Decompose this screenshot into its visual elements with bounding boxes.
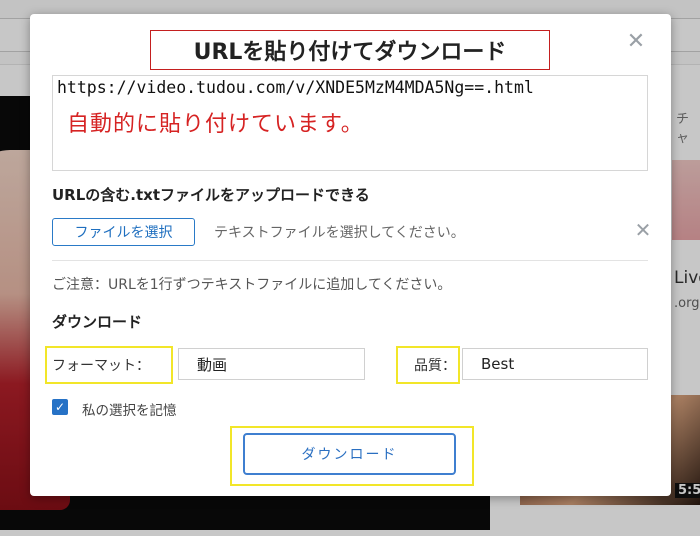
download-heading: ダウンロード xyxy=(52,313,143,331)
upload-notice: ご注意：URLを1行ずつテキストファイルに追加してください。 xyxy=(52,277,452,293)
choose-file-button[interactable]: ファイルを選択 xyxy=(52,218,195,246)
close-icon[interactable]: ✕ xyxy=(626,31,646,53)
divider xyxy=(52,260,648,261)
format-label: フォーマット： xyxy=(52,358,150,374)
paste-url-dialog: URLを貼り付けてダウンロード ✕ https://video.tudou.co… xyxy=(30,14,671,496)
remember-checkbox[interactable]: ✓ xyxy=(52,399,68,415)
clear-file-icon[interactable]: ✕ xyxy=(634,220,652,240)
quality-label: 品質： xyxy=(414,358,456,374)
download-button[interactable]: ダウンロード xyxy=(243,433,456,475)
upload-heading: URLの含む.txtファイルをアップロードできる xyxy=(52,186,370,204)
remember-label: 私の選択を記憶 xyxy=(82,403,177,419)
file-placeholder: テキストファイルを選択してください。 xyxy=(214,225,465,241)
format-select[interactable]: 動画 xyxy=(178,348,365,380)
dialog-title: URLを貼り付けてダウンロード xyxy=(150,30,550,70)
quality-select[interactable]: Best xyxy=(462,348,648,380)
url-value: https://video.tudou.com/v/XNDE5MzM4MDA5N… xyxy=(57,78,534,97)
auto-paste-note: 自動的に貼り付けています。 xyxy=(67,112,364,137)
url-input-area[interactable]: https://video.tudou.com/v/XNDE5MzM4MDA5N… xyxy=(52,75,648,171)
